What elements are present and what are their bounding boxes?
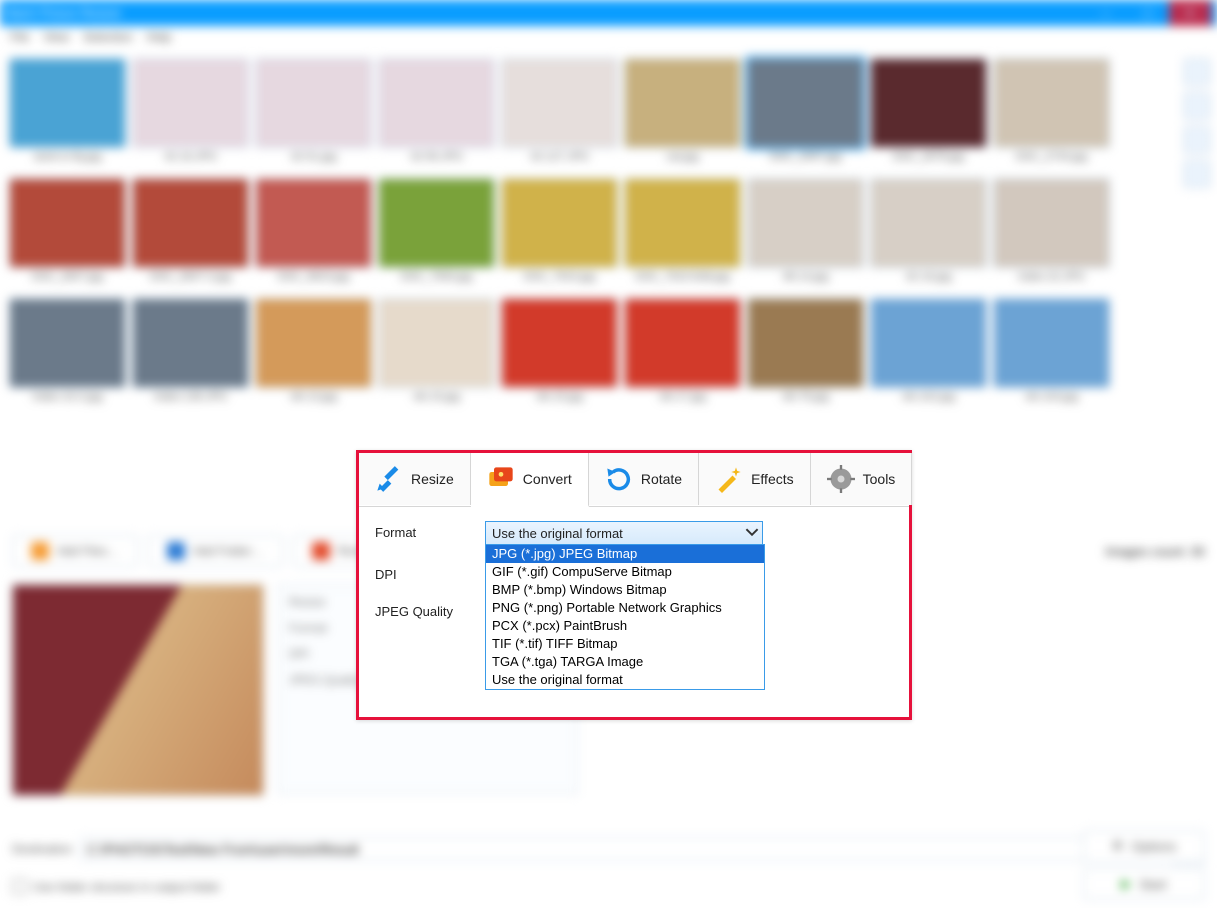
thumbnail: DSC_9623.jpg [256, 178, 371, 290]
thumbnail: DSC_2678.jpg [871, 58, 986, 170]
tab-effects[interactable]: Effects [699, 453, 811, 505]
format-option[interactable]: GIF (*.gif) CompuServe Bitmap [486, 563, 764, 581]
thumbnail: DSC_7915-Edit.jpg [625, 178, 740, 290]
thumbnail: DSC_2607.jpg [10, 178, 125, 290]
thumbnail: vik-103.jpg [994, 298, 1109, 410]
browse-icon [1173, 833, 1205, 865]
thumbnail: vik-15.jpg [502, 298, 617, 410]
thumbnail: 42-51.jpg [256, 58, 371, 170]
thumbnail: vik-13.jpg [256, 298, 371, 410]
tab-label: Rotate [641, 471, 682, 487]
menu-item: File [10, 30, 29, 44]
thumbnail: 42-16.jpg [871, 178, 986, 290]
destination-row: Destination [12, 836, 1205, 862]
jpeg-quality-label: JPEG Quality [375, 600, 485, 619]
tab-label: Convert [523, 471, 572, 487]
start-button: ▶Start [1083, 868, 1205, 900]
operation-tabs: Resize Convert Rotate Effects Tools [359, 453, 909, 507]
convert-panel: Resize Convert Rotate Effects Tools Form… [356, 450, 912, 720]
thumbnail: vik-17.jpg [625, 298, 740, 410]
thumbnail: 42-16.JPG [133, 58, 248, 170]
menu-item: View [43, 30, 69, 44]
thumbnail: 48-14.jpg [748, 178, 863, 290]
thumbnail: 42-127.JPG [502, 58, 617, 170]
format-option[interactable]: PCX (*.pcx) PaintBrush [486, 617, 764, 635]
menu-item: Selection [83, 30, 132, 44]
convert-icon [487, 465, 515, 493]
thumbnail: Index-10-2.jpg [10, 298, 125, 410]
destination-label: Destination [12, 842, 72, 856]
thumbnail: cat.jpg [625, 58, 740, 170]
thumbnail: vik-15.jpg [379, 298, 494, 410]
menu-item: Help [147, 30, 172, 44]
options-button: ⚙Options [1083, 830, 1205, 862]
tools-icon [827, 465, 855, 493]
format-option[interactable]: Use the original format [486, 671, 764, 689]
format-option[interactable]: JPG (*.jpg) JPEG Bitmap [486, 545, 764, 563]
format-option[interactable]: BMP (*.bmp) Windows Bitmap [486, 581, 764, 599]
format-combobox[interactable]: Use the original format JPG (*.jpg) JPEG… [485, 521, 763, 545]
tab-rotate[interactable]: Rotate [589, 453, 699, 505]
add-files-button: Add Files… [12, 535, 138, 567]
close-icon: ✕ [1169, 0, 1211, 26]
format-option[interactable]: PNG (*.png) Portable Network Graphics [486, 599, 764, 617]
tab-resize[interactable]: Resize [359, 453, 471, 505]
format-label: Format [375, 521, 485, 540]
tab-label: Resize [411, 471, 454, 487]
format-dropdown[interactable]: JPG (*.jpg) JPEG BitmapGIF (*.gif) Compu… [485, 544, 765, 690]
tab-label: Effects [751, 471, 794, 487]
format-option[interactable]: TGA (*.tga) TARGA Image [486, 653, 764, 671]
folder-structure-checkbox: Use folder structure in output folder [12, 879, 220, 894]
tab-tools[interactable]: Tools [811, 453, 913, 505]
thumbnail: DSC_2097.jpg [748, 58, 863, 170]
thumbnail: DSC_2607-2.jpg [133, 178, 248, 290]
dpi-label: DPI [375, 563, 485, 582]
minimize-icon: — [1085, 0, 1127, 26]
menubar: File View Selection Help [0, 26, 1217, 48]
rotate-icon [605, 465, 633, 493]
images-count: Images count: 30 [1105, 544, 1205, 559]
thumbnail: index-22.JPG [994, 178, 1109, 290]
view-sidebar [1183, 58, 1209, 188]
tab-label: Tools [863, 471, 896, 487]
maximize-icon: ▢ [1127, 0, 1169, 26]
effects-icon [715, 465, 743, 493]
format-selected[interactable]: Use the original format [485, 521, 763, 545]
format-option[interactable]: TIF (*.tif) TIFF Bitmap [486, 635, 764, 653]
thumbnail: vik-102.jpg [871, 298, 986, 410]
thumbnail: DSC_7915.jpg [502, 178, 617, 290]
tab-convert[interactable]: Convert [471, 453, 589, 507]
thumbnail: 42-56.JPG [379, 58, 494, 170]
thumbnail: vik-76.jpg [748, 298, 863, 410]
add-folder-button: Add Folder… [148, 535, 283, 567]
thumbnail: DSC_2734.jpg [994, 58, 1109, 170]
preview-pane [12, 584, 264, 796]
thumbnail: DSC_7930.jpg [379, 178, 494, 290]
resize-icon [375, 465, 403, 493]
thumbnail: Index-136.JPG [133, 298, 248, 410]
app-title: Batch Picture Resizer [6, 6, 1085, 20]
titlebar: Batch Picture Resizer — ▢ ✕ [0, 0, 1217, 26]
destination-input [80, 837, 1165, 861]
thumbnail: stork-in-fly.jpg [10, 58, 125, 170]
convert-form: Format Use the original format JPG (*.jp… [359, 507, 909, 633]
